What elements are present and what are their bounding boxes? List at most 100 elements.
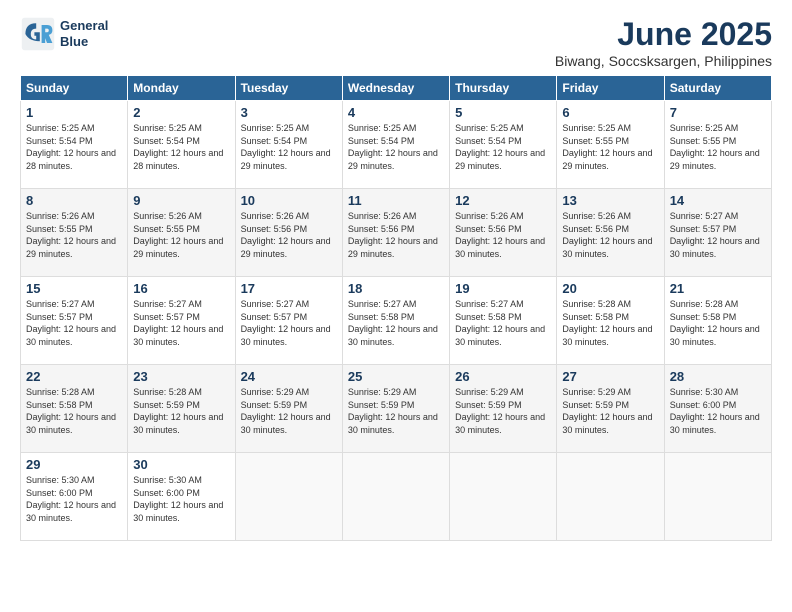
day-header-wednesday: Wednesday (342, 76, 449, 101)
day-detail: Sunrise: 5:26 AM Sunset: 5:55 PM Dayligh… (26, 210, 122, 260)
logo-icon (20, 16, 56, 52)
day-number: 15 (26, 281, 122, 296)
day-header-friday: Friday (557, 76, 664, 101)
day-detail: Sunrise: 5:29 AM Sunset: 5:59 PM Dayligh… (562, 386, 658, 436)
day-number: 23 (133, 369, 229, 384)
calendar-cell: 1 Sunrise: 5:25 AM Sunset: 5:54 PM Dayli… (21, 101, 128, 189)
calendar-cell: 26 Sunrise: 5:29 AM Sunset: 5:59 PM Dayl… (450, 365, 557, 453)
calendar-cell: 13 Sunrise: 5:26 AM Sunset: 5:56 PM Dayl… (557, 189, 664, 277)
calendar-cell (557, 453, 664, 541)
calendar-cell: 16 Sunrise: 5:27 AM Sunset: 5:57 PM Dayl… (128, 277, 235, 365)
day-number: 14 (670, 193, 766, 208)
day-detail: Sunrise: 5:25 AM Sunset: 5:54 PM Dayligh… (133, 122, 229, 172)
calendar-cell: 19 Sunrise: 5:27 AM Sunset: 5:58 PM Dayl… (450, 277, 557, 365)
calendar-cell (450, 453, 557, 541)
calendar-cell: 23 Sunrise: 5:28 AM Sunset: 5:59 PM Dayl… (128, 365, 235, 453)
day-detail: Sunrise: 5:30 AM Sunset: 6:00 PM Dayligh… (670, 386, 766, 436)
day-number: 28 (670, 369, 766, 384)
day-number: 4 (348, 105, 444, 120)
calendar-cell: 18 Sunrise: 5:27 AM Sunset: 5:58 PM Dayl… (342, 277, 449, 365)
day-detail: Sunrise: 5:26 AM Sunset: 5:56 PM Dayligh… (455, 210, 551, 260)
day-detail: Sunrise: 5:25 AM Sunset: 5:55 PM Dayligh… (562, 122, 658, 172)
title-block: June 2025 Biwang, Soccsksargen, Philippi… (555, 16, 772, 69)
day-detail: Sunrise: 5:28 AM Sunset: 5:59 PM Dayligh… (133, 386, 229, 436)
day-number: 1 (26, 105, 122, 120)
day-number: 22 (26, 369, 122, 384)
page-header: General Blue June 2025 Biwang, Soccsksar… (20, 16, 772, 69)
day-number: 10 (241, 193, 337, 208)
calendar: SundayMondayTuesdayWednesdayThursdayFrid… (20, 75, 772, 541)
month-title: June 2025 (555, 16, 772, 53)
calendar-cell (235, 453, 342, 541)
calendar-cell: 21 Sunrise: 5:28 AM Sunset: 5:58 PM Dayl… (664, 277, 771, 365)
day-header-saturday: Saturday (664, 76, 771, 101)
day-detail: Sunrise: 5:26 AM Sunset: 5:56 PM Dayligh… (562, 210, 658, 260)
calendar-cell: 5 Sunrise: 5:25 AM Sunset: 5:54 PM Dayli… (450, 101, 557, 189)
calendar-cell: 27 Sunrise: 5:29 AM Sunset: 5:59 PM Dayl… (557, 365, 664, 453)
day-detail: Sunrise: 5:28 AM Sunset: 5:58 PM Dayligh… (26, 386, 122, 436)
day-number: 17 (241, 281, 337, 296)
calendar-cell: 15 Sunrise: 5:27 AM Sunset: 5:57 PM Dayl… (21, 277, 128, 365)
calendar-week-row: 15 Sunrise: 5:27 AM Sunset: 5:57 PM Dayl… (21, 277, 772, 365)
day-number: 25 (348, 369, 444, 384)
calendar-cell: 3 Sunrise: 5:25 AM Sunset: 5:54 PM Dayli… (235, 101, 342, 189)
day-detail: Sunrise: 5:25 AM Sunset: 5:54 PM Dayligh… (348, 122, 444, 172)
day-number: 11 (348, 193, 444, 208)
calendar-cell (664, 453, 771, 541)
day-detail: Sunrise: 5:25 AM Sunset: 5:54 PM Dayligh… (26, 122, 122, 172)
day-number: 7 (670, 105, 766, 120)
calendar-header-row: SundayMondayTuesdayWednesdayThursdayFrid… (21, 76, 772, 101)
calendar-cell: 8 Sunrise: 5:26 AM Sunset: 5:55 PM Dayli… (21, 189, 128, 277)
day-number: 30 (133, 457, 229, 472)
day-detail: Sunrise: 5:29 AM Sunset: 5:59 PM Dayligh… (241, 386, 337, 436)
calendar-cell: 20 Sunrise: 5:28 AM Sunset: 5:58 PM Dayl… (557, 277, 664, 365)
calendar-cell (342, 453, 449, 541)
day-detail: Sunrise: 5:29 AM Sunset: 5:59 PM Dayligh… (348, 386, 444, 436)
calendar-cell: 11 Sunrise: 5:26 AM Sunset: 5:56 PM Dayl… (342, 189, 449, 277)
day-number: 12 (455, 193, 551, 208)
calendar-week-row: 1 Sunrise: 5:25 AM Sunset: 5:54 PM Dayli… (21, 101, 772, 189)
logo: General Blue (20, 16, 108, 52)
calendar-week-row: 8 Sunrise: 5:26 AM Sunset: 5:55 PM Dayli… (21, 189, 772, 277)
day-number: 2 (133, 105, 229, 120)
day-detail: Sunrise: 5:30 AM Sunset: 6:00 PM Dayligh… (26, 474, 122, 524)
day-detail: Sunrise: 5:27 AM Sunset: 5:57 PM Dayligh… (133, 298, 229, 348)
day-detail: Sunrise: 5:27 AM Sunset: 5:58 PM Dayligh… (348, 298, 444, 348)
day-number: 20 (562, 281, 658, 296)
day-header-sunday: Sunday (21, 76, 128, 101)
day-number: 13 (562, 193, 658, 208)
calendar-cell: 4 Sunrise: 5:25 AM Sunset: 5:54 PM Dayli… (342, 101, 449, 189)
day-number: 29 (26, 457, 122, 472)
day-number: 3 (241, 105, 337, 120)
calendar-cell: 14 Sunrise: 5:27 AM Sunset: 5:57 PM Dayl… (664, 189, 771, 277)
calendar-cell: 28 Sunrise: 5:30 AM Sunset: 6:00 PM Dayl… (664, 365, 771, 453)
calendar-cell: 6 Sunrise: 5:25 AM Sunset: 5:55 PM Dayli… (557, 101, 664, 189)
calendar-cell: 17 Sunrise: 5:27 AM Sunset: 5:57 PM Dayl… (235, 277, 342, 365)
day-detail: Sunrise: 5:27 AM Sunset: 5:57 PM Dayligh… (241, 298, 337, 348)
calendar-cell: 7 Sunrise: 5:25 AM Sunset: 5:55 PM Dayli… (664, 101, 771, 189)
day-detail: Sunrise: 5:28 AM Sunset: 5:58 PM Dayligh… (562, 298, 658, 348)
day-detail: Sunrise: 5:25 AM Sunset: 5:55 PM Dayligh… (670, 122, 766, 172)
calendar-cell: 25 Sunrise: 5:29 AM Sunset: 5:59 PM Dayl… (342, 365, 449, 453)
day-detail: Sunrise: 5:26 AM Sunset: 5:55 PM Dayligh… (133, 210, 229, 260)
day-detail: Sunrise: 5:25 AM Sunset: 5:54 PM Dayligh… (455, 122, 551, 172)
day-number: 26 (455, 369, 551, 384)
calendar-week-row: 29 Sunrise: 5:30 AM Sunset: 6:00 PM Dayl… (21, 453, 772, 541)
day-header-tuesday: Tuesday (235, 76, 342, 101)
calendar-cell: 2 Sunrise: 5:25 AM Sunset: 5:54 PM Dayli… (128, 101, 235, 189)
calendar-cell: 12 Sunrise: 5:26 AM Sunset: 5:56 PM Dayl… (450, 189, 557, 277)
day-number: 16 (133, 281, 229, 296)
day-detail: Sunrise: 5:26 AM Sunset: 5:56 PM Dayligh… (348, 210, 444, 260)
day-number: 6 (562, 105, 658, 120)
day-detail: Sunrise: 5:27 AM Sunset: 5:58 PM Dayligh… (455, 298, 551, 348)
logo-text: General Blue (60, 18, 108, 49)
day-number: 18 (348, 281, 444, 296)
calendar-cell: 24 Sunrise: 5:29 AM Sunset: 5:59 PM Dayl… (235, 365, 342, 453)
calendar-cell: 29 Sunrise: 5:30 AM Sunset: 6:00 PM Dayl… (21, 453, 128, 541)
day-detail: Sunrise: 5:26 AM Sunset: 5:56 PM Dayligh… (241, 210, 337, 260)
day-detail: Sunrise: 5:27 AM Sunset: 5:57 PM Dayligh… (26, 298, 122, 348)
day-detail: Sunrise: 5:30 AM Sunset: 6:00 PM Dayligh… (133, 474, 229, 524)
day-header-thursday: Thursday (450, 76, 557, 101)
day-number: 9 (133, 193, 229, 208)
day-number: 5 (455, 105, 551, 120)
